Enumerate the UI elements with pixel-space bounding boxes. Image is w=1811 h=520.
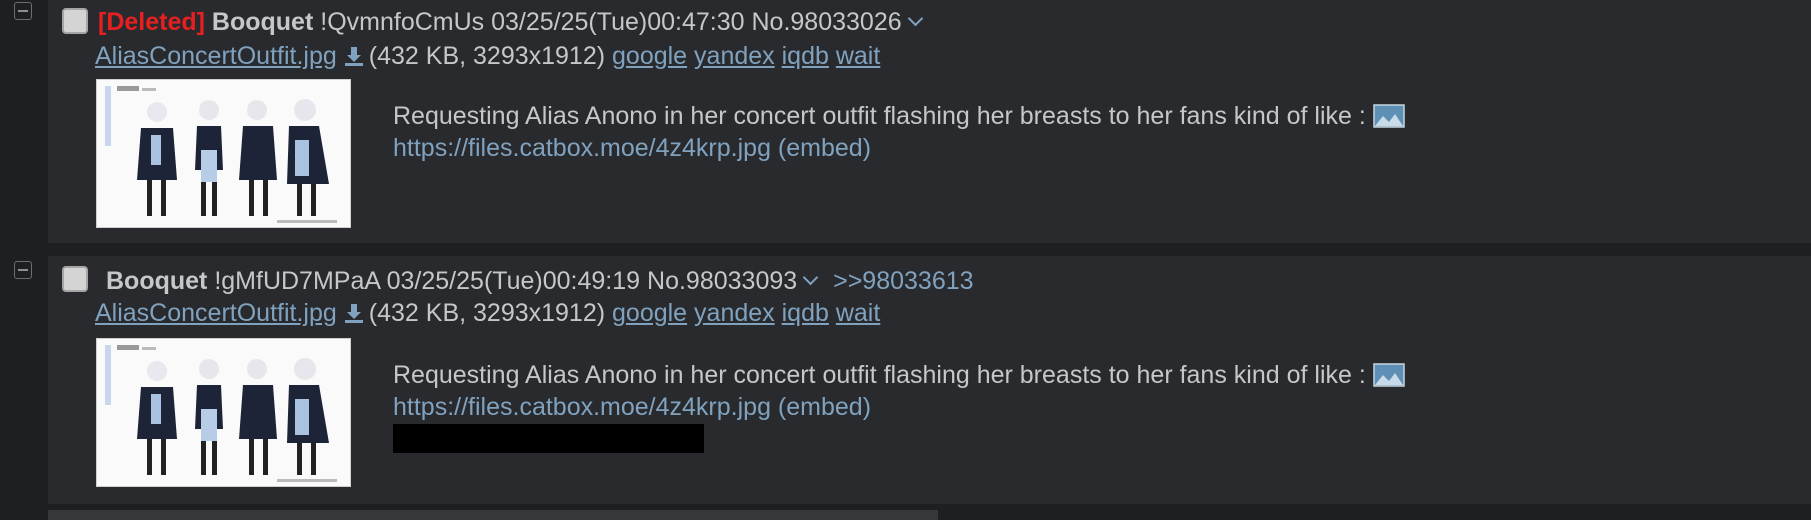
embed-url-link[interactable]: https://files.catbox.moe/4z4krp.jpg [393,393,771,421]
search-link-yandex[interactable]: yandex [694,42,775,70]
backlink-reply[interactable]: >>98033613 [833,267,973,295]
search-link-yandex[interactable]: yandex [694,299,775,327]
deleted-tag: [Deleted] [98,8,205,36]
search-link-iqdb[interactable]: iqdb [782,42,829,70]
search-link-wait[interactable]: wait [836,299,880,327]
post-comment: Requesting Alias Anono in her concert ou… [393,100,1653,164]
post-datetime: 03/25/25(Tue)00:47:30 [491,8,745,36]
chevron-down-icon[interactable] [802,269,819,286]
chevron-down-icon[interactable] [907,10,923,27]
redacted-block [393,424,704,453]
file-meta: (432 KB, 3293x1912) [368,42,606,70]
comment-text: Requesting Alias Anono in her concert ou… [393,102,1366,130]
comment-text: Requesting Alias Anono in her concert ou… [393,361,1366,389]
post-header: [Deleted] Booquet !QvmnfoCmUs 03/25/25(T… [98,7,923,37]
reply-post: [Deleted] Booquet !QvmnfoCmUs 03/25/25(T… [48,0,1811,243]
character-sheet-image [97,80,350,227]
image-icon [1373,104,1405,128]
search-link-google[interactable]: google [612,299,687,327]
file-name-link[interactable]: AliasConcertOutfit.jpg [95,42,337,70]
post-number[interactable]: No.98033093 [647,267,797,295]
search-link-google[interactable]: google [612,42,687,70]
embed-toggle-link[interactable]: (embed) [778,393,871,421]
post-datetime: 03/25/25(Tue)00:49:19 [386,267,641,295]
post-select-checkbox[interactable] [62,8,88,34]
post-thumbnail[interactable] [96,338,351,487]
collapse-icon[interactable] [14,2,32,20]
file-info: AliasConcertOutfit.jpg (432 KB, 3293x1912… [95,298,880,328]
embed-toggle-link[interactable]: (embed) [778,134,871,162]
file-info: AliasConcertOutfit.jpg (432 KB, 3293x1912… [95,41,880,71]
reply-post: Booquet !gMfUD7MPaA 03/25/25(Tue)00:49:1… [48,256,1811,504]
post-header: Booquet !gMfUD7MPaA 03/25/25(Tue)00:49:1… [106,266,974,296]
character-sheet-image [97,339,350,486]
image-icon [1373,363,1405,387]
tripcode: !gMfUD7MPaA [214,267,380,295]
search-link-iqdb[interactable]: iqdb [782,299,829,327]
post-thumbnail[interactable] [96,79,351,228]
post-comment: Requesting Alias Anono in her concert ou… [393,359,1653,423]
embed-url-link[interactable]: https://files.catbox.moe/4z4krp.jpg [393,134,771,162]
next-post-edge [48,510,938,520]
download-icon[interactable] [343,45,365,67]
poster-name: Booquet [106,267,208,295]
collapse-icon[interactable] [14,261,32,279]
file-name-link[interactable]: AliasConcertOutfit.jpg [95,299,337,327]
file-meta: (432 KB, 3293x1912) [368,299,606,327]
tripcode: !QvmnfoCmUs [320,8,485,36]
download-icon[interactable] [343,302,365,324]
poster-name: Booquet [211,8,314,36]
post-number[interactable]: No.98033026 [752,8,902,36]
search-link-wait[interactable]: wait [836,42,880,70]
thread-view: [Deleted] Booquet !QvmnfoCmUs 03/25/25(T… [0,0,1811,520]
post-select-checkbox[interactable] [62,266,88,292]
